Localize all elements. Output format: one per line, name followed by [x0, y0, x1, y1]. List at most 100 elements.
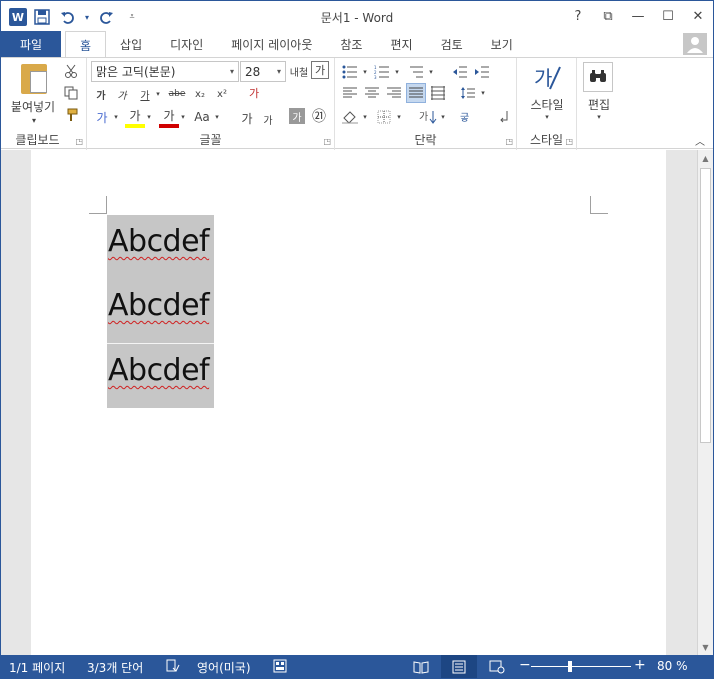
format-painter-icon[interactable] [61, 106, 81, 124]
paragraph-launcher-icon[interactable]: ◳ [505, 137, 513, 146]
zoom-slider-thumb[interactable] [568, 661, 572, 672]
styles-launcher-icon[interactable]: ◳ [565, 137, 573, 146]
paste-icon[interactable] [21, 64, 47, 94]
font-color-button[interactable]: 가 [159, 106, 179, 128]
grow-font-button-2[interactable]: 가 [237, 108, 257, 128]
bold-button[interactable]: 가 [92, 85, 110, 103]
tab-view[interactable]: 보기 [477, 31, 527, 57]
editing-button[interactable]: 편집 [577, 96, 621, 113]
user-avatar[interactable] [683, 33, 707, 55]
help-button[interactable]: ? [563, 1, 593, 31]
align-center-icon[interactable] [363, 84, 381, 102]
multilevel-list-icon[interactable] [407, 63, 425, 81]
underline-dropdown-icon[interactable]: ▾ [154, 85, 162, 103]
font-name-combo[interactable]: 맑은 고딕(본문) ▾ [91, 61, 239, 82]
char-shading-button[interactable]: 가 [289, 108, 305, 124]
numbering-dropdown-icon[interactable]: ▾ [393, 63, 401, 81]
show-marks-icon[interactable] [495, 108, 513, 126]
highlight-dropdown-icon[interactable]: ▾ [145, 108, 153, 126]
decrease-indent-icon[interactable] [451, 63, 469, 81]
zoom-in-button[interactable]: + [634, 657, 646, 673]
change-case-button[interactable]: Aa [191, 108, 213, 126]
minimize-button[interactable]: — [623, 1, 653, 31]
grow-font-button[interactable]: 내철 [289, 61, 309, 81]
print-layout-icon[interactable] [441, 655, 477, 678]
tab-design[interactable]: 디자인 [156, 31, 217, 57]
text-effects-button[interactable]: 가 [92, 108, 112, 126]
tab-mailings[interactable]: 편지 [376, 31, 426, 57]
styles-button[interactable]: 스타일 [517, 96, 577, 113]
zoom-level[interactable]: 80 % [657, 659, 688, 673]
selected-line[interactable]: Abcdef [107, 279, 214, 343]
tab-file[interactable]: 파일 [1, 31, 61, 57]
editing-dropdown-icon[interactable]: ▾ [595, 112, 603, 122]
char-shading-box-button[interactable]: 가 [311, 61, 329, 79]
document-text-line-3[interactable]: Abcdef [108, 353, 210, 388]
page-count[interactable]: 1/1 페이지 [9, 659, 65, 676]
selected-line[interactable]: Abcdef [107, 344, 214, 408]
clipboard-launcher-icon[interactable]: ◳ [75, 137, 83, 146]
tab-references[interactable]: 참조 [326, 31, 376, 57]
language-indicator[interactable]: 영어(미국) [197, 659, 251, 676]
macro-recording-icon[interactable] [273, 659, 287, 676]
font-size-combo[interactable]: 28 ▾ [240, 61, 286, 82]
underline-button[interactable]: 가 [136, 85, 154, 103]
styles-icon[interactable]: 가 [531, 62, 563, 94]
document-text-line-1[interactable]: Abcdef [108, 224, 210, 259]
sort-icon[interactable]: 가 [417, 108, 439, 126]
find-icon[interactable] [583, 62, 613, 92]
zoom-out-button[interactable]: − [519, 657, 531, 673]
font-name-dropdown-icon[interactable]: ▾ [230, 67, 234, 76]
highlight-button[interactable]: 가 [125, 106, 145, 128]
zoom-slider-track[interactable] [531, 666, 631, 667]
tab-home[interactable]: 홈 [65, 31, 107, 58]
line-spacing-dropdown-icon[interactable]: ▾ [479, 84, 487, 102]
borders-icon[interactable] [375, 108, 393, 126]
shading-icon[interactable] [341, 108, 359, 126]
line-spacing-icon[interactable] [459, 84, 477, 102]
asian-layout-icon[interactable]: 긓 [459, 108, 477, 126]
vertical-scrollbar[interactable]: ▲ ▼ [697, 150, 713, 655]
numbering-icon[interactable]: 123 [373, 63, 391, 81]
strikethrough-button[interactable]: abe [165, 85, 189, 103]
scroll-up-icon[interactable]: ▲ [698, 150, 713, 166]
italic-button[interactable]: 가 [113, 85, 131, 103]
font-launcher-icon[interactable]: ◳ [323, 137, 331, 146]
paste-dropdown-icon[interactable]: ▾ [29, 116, 39, 125]
document-text-line-2[interactable]: Abcdef [108, 288, 210, 323]
collapse-ribbon-icon[interactable]: ︿ [693, 134, 707, 148]
increase-indent-icon[interactable] [473, 63, 491, 81]
maximize-button[interactable]: ☐ [653, 1, 683, 31]
tab-page-layout[interactable]: 페이지 레이아웃 [217, 31, 326, 57]
tab-insert[interactable]: 삽입 [106, 31, 156, 57]
tab-review[interactable]: 검토 [427, 31, 477, 57]
shading-dropdown-icon[interactable]: ▾ [361, 108, 369, 126]
change-case-dropdown-icon[interactable]: ▾ [213, 108, 221, 126]
justify-icon[interactable] [406, 83, 426, 103]
subscript-button[interactable]: x₂ [191, 85, 209, 103]
bullets-icon[interactable] [341, 63, 359, 81]
word-count[interactable]: 3/3개 단어 [87, 659, 143, 676]
align-right-icon[interactable] [385, 84, 403, 102]
styles-dropdown-icon[interactable]: ▾ [543, 112, 551, 122]
borders-dropdown-icon[interactable]: ▾ [395, 108, 403, 126]
copy-icon[interactable] [61, 84, 81, 102]
read-mode-icon[interactable] [403, 655, 439, 678]
multilevel-dropdown-icon[interactable]: ▾ [427, 63, 435, 81]
proofing-icon[interactable] [166, 659, 180, 676]
superscript-button[interactable]: x² [213, 85, 231, 103]
distributed-icon[interactable] [429, 84, 447, 102]
document-page[interactable]: Abcdef Abcdef Abcdef [31, 150, 666, 655]
font-size-dropdown-icon[interactable]: ▾ [277, 67, 281, 76]
selected-line[interactable]: Abcdef [107, 215, 214, 279]
clear-formatting-button[interactable]: 가 [243, 83, 265, 103]
sort-dropdown-icon[interactable]: ▾ [439, 108, 447, 126]
font-color-dropdown-icon[interactable]: ▾ [179, 108, 187, 126]
scroll-down-icon[interactable]: ▼ [698, 639, 713, 655]
paste-button[interactable]: 붙여넣기 [5, 98, 61, 115]
text-effects-dropdown-icon[interactable]: ▾ [112, 108, 120, 126]
ribbon-display-options-button[interactable]: ⧉ [593, 1, 623, 31]
shrink-font-button[interactable]: 가 [259, 110, 277, 128]
web-layout-icon[interactable] [479, 655, 515, 678]
close-button[interactable]: ✕ [683, 1, 713, 31]
